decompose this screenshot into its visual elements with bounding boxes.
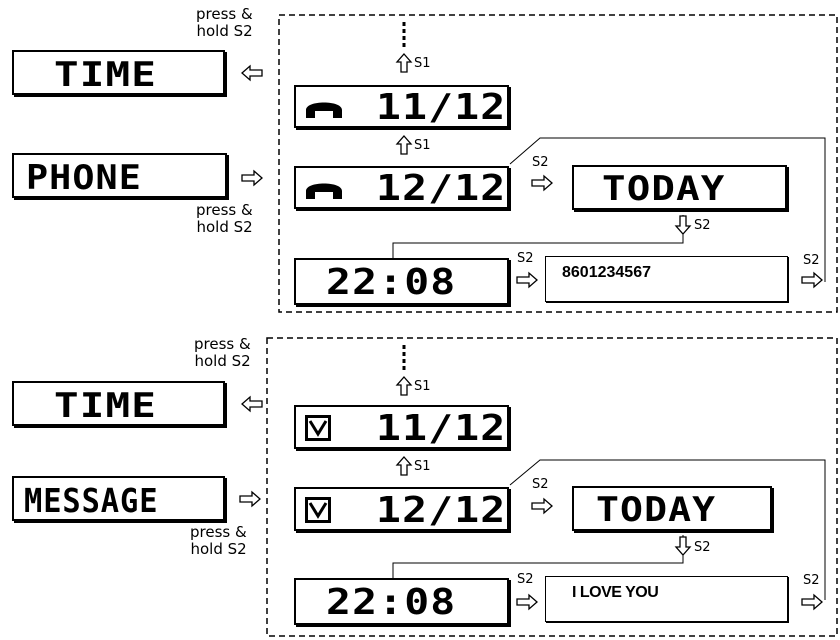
entry-current-box: 12/12: [294, 487, 509, 531]
entry-prev-box: 11/12: [294, 405, 509, 449]
s2-label-right: S2: [803, 573, 820, 588]
detail-box: I LOVE YOU: [545, 576, 788, 622]
left-arrow-icon: [241, 395, 263, 413]
entry-current-value: 12/12: [376, 490, 507, 531]
s2-label-down: S2: [694, 540, 711, 555]
message-mode-box: MESSAGE: [12, 476, 225, 521]
down-arrow-icon: [674, 536, 692, 556]
message-mode-label: MESSAGE: [24, 481, 159, 520]
up-arrow-icon: [395, 456, 413, 476]
right-arrow-icon: [239, 490, 261, 508]
message-panel-wires: [266, 337, 838, 637]
today-label: TODAY: [596, 490, 717, 530]
s1-label-lower: S1: [414, 459, 431, 474]
press-hold-note-bottom: press & hold S2: [190, 523, 247, 558]
right-arrow-icon: [801, 593, 823, 611]
clock-box: 22:08: [294, 578, 509, 625]
s2-label-detail: S2: [517, 572, 534, 587]
today-box: TODAY: [572, 486, 772, 531]
time-mode-label: TIME: [54, 386, 158, 426]
right-arrow-icon: [516, 593, 538, 611]
up-arrow-icon: [395, 376, 413, 396]
detail-text: I LOVE YOU: [572, 584, 659, 601]
right-arrow-icon: [531, 497, 553, 515]
entry-prev-value: 11/12: [376, 408, 507, 449]
s1-label-upper: S1: [414, 379, 431, 394]
envelope-icon: [305, 497, 331, 523]
envelope-icon: [305, 415, 331, 441]
press-hold-note-top: press & hold S2: [194, 335, 251, 370]
clock-time: 22:08: [326, 582, 457, 623]
time-mode-box: TIME: [12, 381, 225, 426]
s2-label-today: S2: [532, 477, 549, 492]
